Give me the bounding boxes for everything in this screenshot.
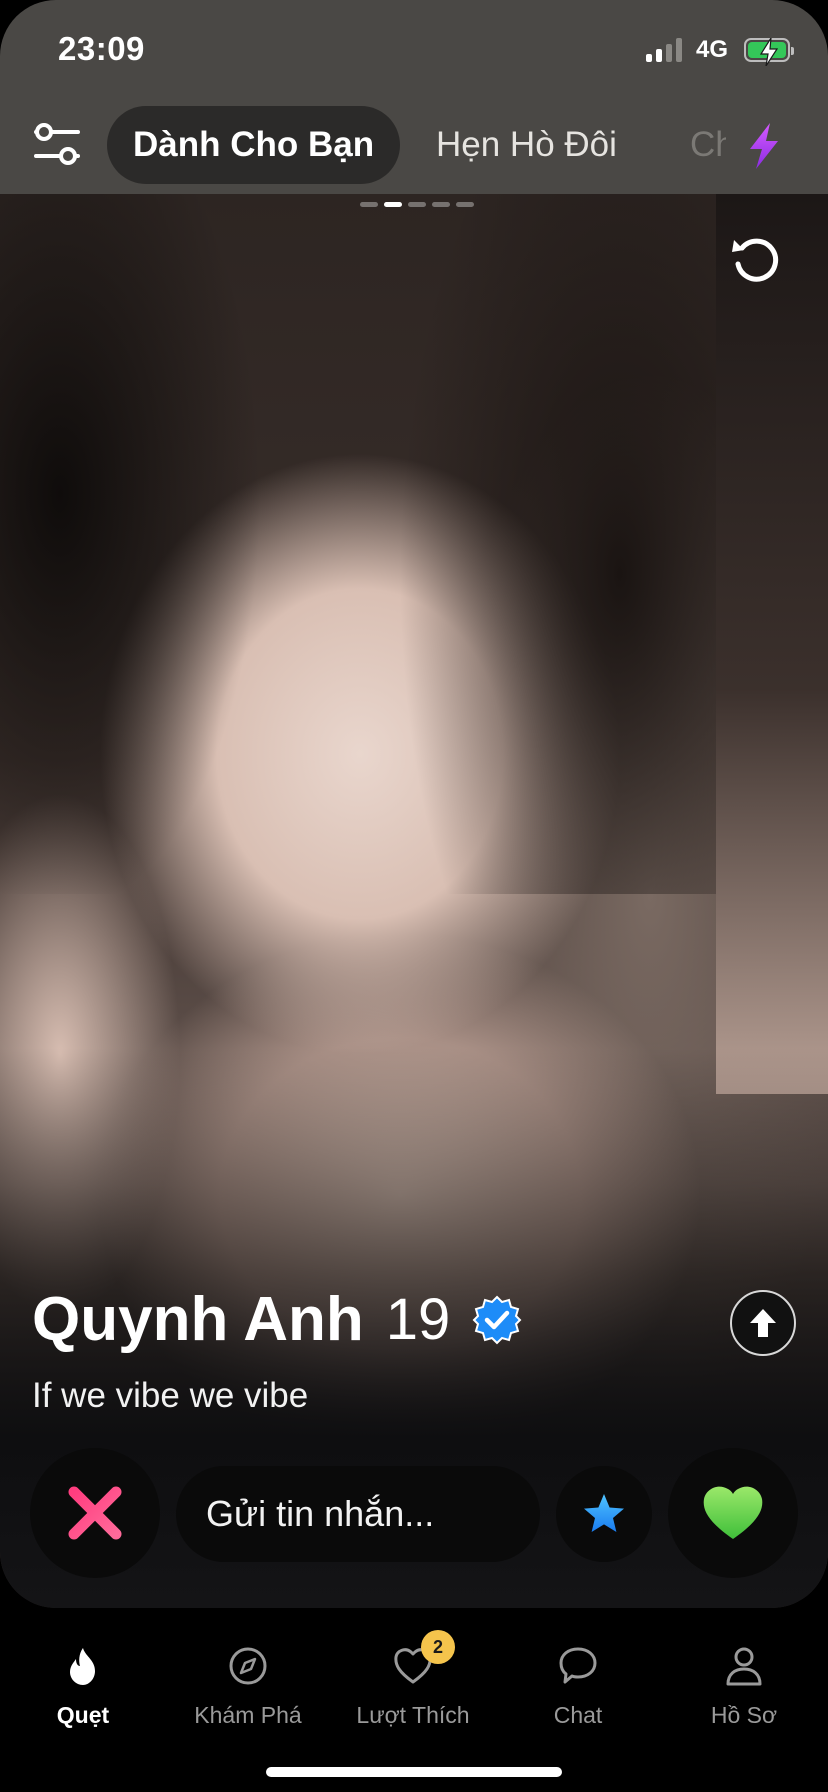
tab-double-date[interactable]: Hẹn Hò Đôi: [436, 106, 617, 184]
expand-profile-button[interactable]: [730, 1290, 796, 1356]
photo-dot: [360, 202, 378, 207]
network-label: 4G: [695, 36, 728, 63]
nav-label: Hồ Sơ: [710, 1702, 778, 1728]
likes-count-badge: 2: [421, 1630, 455, 1664]
nav-label: Lượt Thích: [356, 1702, 470, 1728]
nav-likes[interactable]: 2 Lượt Thích: [333, 1630, 493, 1729]
home-indicator: [266, 1767, 562, 1777]
tinder-screen: 23:09 4G Dành Cho Bạn Hẹn Hò Đôi Ch Quyn…: [0, 0, 828, 1792]
profile-name: Quynh Anh: [32, 1285, 364, 1354]
nav-label: Khám Phá: [194, 1702, 302, 1728]
like-button[interactable]: [668, 1448, 798, 1578]
profile-headline: Quynh Anh 19: [32, 1284, 522, 1355]
person-icon: [726, 1647, 762, 1686]
tab-more[interactable]: Ch: [690, 106, 726, 184]
message-input[interactable]: Gửi tin nhắn...: [176, 1466, 540, 1562]
photo-dot: [408, 202, 426, 207]
nav-label: Chat: [553, 1702, 603, 1728]
profile-age: 19: [385, 1287, 451, 1352]
verified-badge-icon: [472, 1295, 522, 1344]
tab-for-you[interactable]: Dành Cho Bạn: [107, 106, 401, 184]
status-indicators: 4G: [645, 36, 794, 66]
profile-bio: If we vibe we vibe: [32, 1376, 309, 1415]
star-icon: [584, 1494, 624, 1532]
boost-icon[interactable]: [744, 121, 784, 171]
status-time: 23:09: [58, 30, 145, 67]
arrow-up-icon: [750, 1309, 776, 1337]
heart-icon: [703, 1486, 763, 1539]
battery-icon: [744, 38, 794, 66]
nope-button[interactable]: [30, 1448, 160, 1578]
signal-icon: [645, 38, 682, 62]
nav-swipe[interactable]: Quẹt: [3, 1644, 163, 1729]
bottom-nav: Quẹt Khám Phá 2 Lượt Thích Chat Hồ Sơ: [0, 1608, 828, 1792]
flame-icon: [70, 1648, 95, 1685]
nav-explore[interactable]: Khám Phá: [168, 1644, 328, 1729]
nav-profile[interactable]: Hồ Sơ: [664, 1644, 824, 1729]
chat-bubble-icon: [559, 1647, 597, 1684]
photo-pager: [360, 202, 474, 207]
nav-chat[interactable]: Chat: [498, 1644, 658, 1729]
photo-dot: [432, 202, 450, 207]
compass-icon: [229, 1647, 267, 1685]
rewind-icon[interactable]: [728, 232, 784, 288]
photo-dot-active: [384, 202, 402, 207]
next-card-peek: [716, 194, 828, 1094]
photo-dot: [456, 202, 474, 207]
superlike-button[interactable]: [556, 1466, 652, 1562]
nav-label: Quẹt: [56, 1702, 110, 1728]
x-icon: [68, 1486, 122, 1540]
filter-icon[interactable]: [32, 122, 82, 168]
